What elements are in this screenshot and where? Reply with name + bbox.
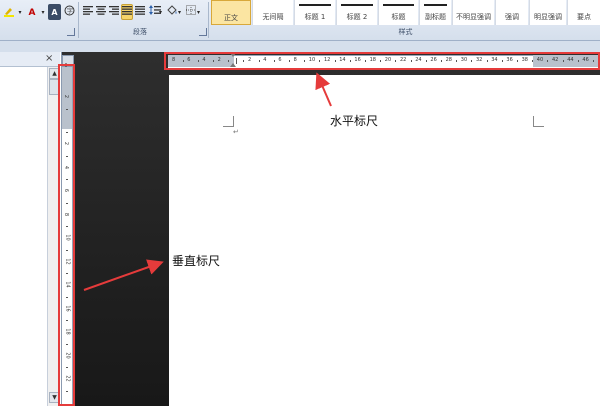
horizontal-ruler-arrow	[315, 72, 332, 107]
vertical-ruler-arrow	[83, 259, 164, 291]
horizontal-ruler-annotation: 水平标尺	[330, 114, 379, 128]
vertical-ruler-annotation: 垂直标尺	[172, 254, 221, 268]
annotation-arrows	[83, 72, 332, 291]
